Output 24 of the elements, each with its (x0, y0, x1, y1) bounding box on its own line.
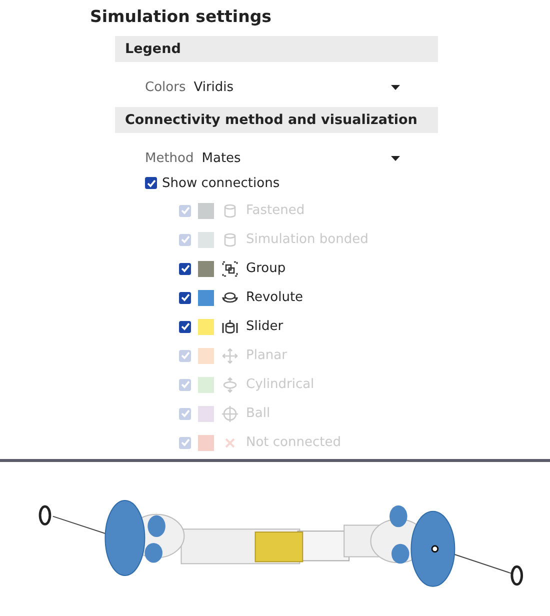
connection-label[interactable]: Group (246, 261, 286, 276)
dropdown[interactable]: Colors Viridis (145, 77, 400, 97)
checkbox[interactable] (179, 262, 191, 274)
slider-icon (222, 318, 238, 334)
checkbox[interactable] (145, 177, 157, 189)
dropdown[interactable]: Method Mates (145, 148, 400, 168)
connection-label[interactable]: Revolute (246, 290, 304, 305)
connection-label[interactable]: Slider (246, 319, 284, 334)
panel-title: Simulation settings (90, 6, 272, 28)
section-header[interactable]: Legend (115, 36, 438, 62)
cylinder-icon (222, 202, 238, 218)
caret-icon (391, 84, 400, 90)
cylinder-icon (222, 232, 238, 248)
shaft-model-drawing[interactable] (38, 500, 524, 587)
rotate-arrows-icon (222, 376, 238, 392)
group-icon (222, 260, 238, 276)
checkbox-label[interactable]: Show connections (162, 176, 280, 190)
checkbox[interactable] (179, 320, 191, 332)
rotation-icon (222, 290, 238, 306)
crosshair-circle-icon (222, 406, 238, 422)
move-arrows-icon (222, 348, 238, 364)
caret-icon (391, 156, 400, 160)
checkbox[interactable] (179, 292, 191, 304)
section-header[interactable]: Connectivity method and visualization (115, 107, 438, 133)
